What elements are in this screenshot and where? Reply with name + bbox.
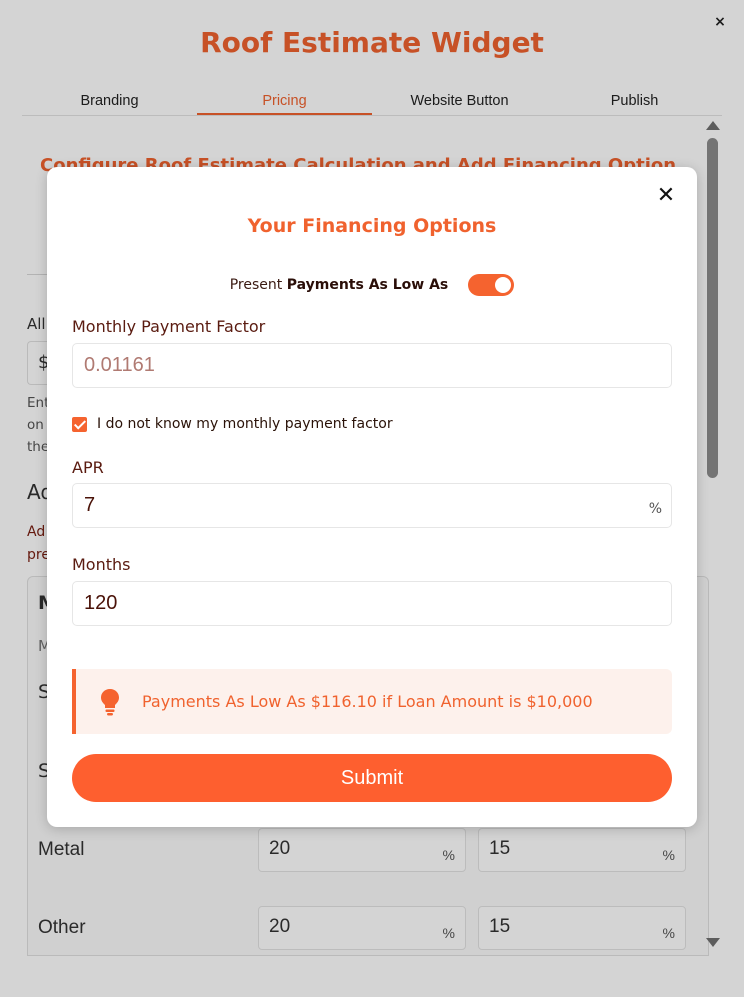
toggle-knob xyxy=(495,277,512,293)
present-payments-row: Present Payments As Low As xyxy=(47,273,697,297)
months-value: 120 xyxy=(84,592,118,614)
monthly-factor-input[interactable]: 0.01161 xyxy=(72,343,672,388)
present-payments-toggle[interactable] xyxy=(468,274,515,296)
apr-value: 7 xyxy=(84,494,96,516)
percent-suffix: % xyxy=(648,501,662,517)
unknown-factor-row[interactable]: I do not know my monthly payment factor xyxy=(72,415,393,433)
unknown-factor-label: I do not know my monthly payment factor xyxy=(97,416,393,432)
months-input[interactable]: 120 xyxy=(72,581,672,626)
monthly-factor-placeholder: 0.01161 xyxy=(84,354,155,376)
financing-options-modal: ✕ Your Financing Options Present Payment… xyxy=(47,167,697,827)
payment-notice-text: Payments As Low As $116.10 if Loan Amoun… xyxy=(142,692,593,711)
apr-input[interactable]: 7 % xyxy=(72,483,672,528)
present-bold-text: Payments As Low As xyxy=(286,277,449,293)
monthly-factor-label: Monthly Payment Factor xyxy=(72,317,266,336)
lightbulb-icon xyxy=(98,688,122,716)
close-icon[interactable]: ✕ xyxy=(655,185,677,207)
apr-label: APR xyxy=(72,458,104,477)
payment-notice: Payments As Low As $116.10 if Loan Amoun… xyxy=(72,669,672,734)
present-prefix: Present xyxy=(229,277,283,293)
present-payments-label: Present Payments As Low As xyxy=(230,277,449,293)
submit-button[interactable]: Submit xyxy=(72,754,672,802)
months-label: Months xyxy=(72,555,131,574)
modal-title: Your Financing Options xyxy=(247,215,497,237)
unknown-factor-checkbox[interactable] xyxy=(72,416,87,432)
